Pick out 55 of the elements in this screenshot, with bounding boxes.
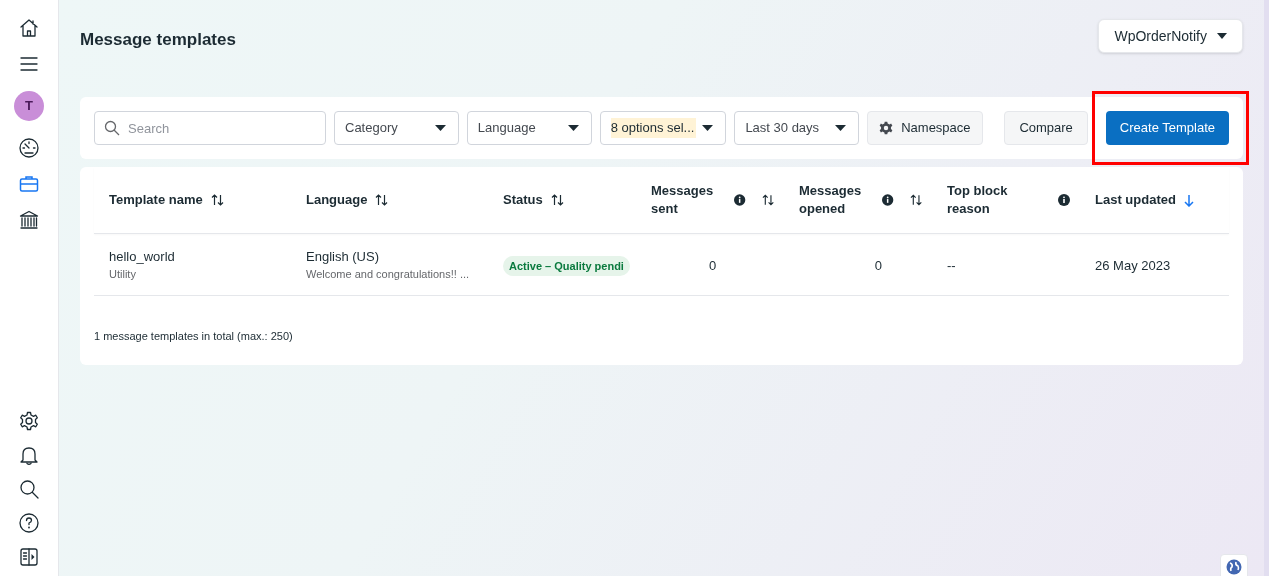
help-icon[interactable]: [18, 512, 40, 534]
filter-dropdown[interactable]: 8 options sel...: [599, 111, 727, 145]
namespace-button[interactable]: Namespace: [867, 111, 983, 145]
caret-icon: [434, 125, 446, 131]
info-icon[interactable]: [1058, 194, 1070, 206]
table-cell: --: [947, 257, 956, 273]
caret-icon: [1217, 33, 1227, 39]
table-cell: 0: [874, 257, 882, 273]
column-header[interactable]: Language: [306, 191, 368, 209]
column-header[interactable]: Status: [503, 191, 543, 209]
column-header[interactable]: Last updated: [1095, 191, 1176, 209]
avatar[interactable]: T: [14, 91, 44, 121]
filter-dropdown[interactable]: Last 30 days: [734, 111, 860, 145]
column-header[interactable]: Messages opened: [799, 182, 875, 218]
info-icon[interactable]: [882, 194, 894, 206]
total-count-text: 1 message templates in total (max.: 250): [94, 329, 293, 344]
caret-icon: [567, 125, 579, 131]
gauge-icon[interactable]: [18, 137, 40, 159]
template-category: Utility: [109, 267, 136, 282]
sort-icon[interactable]: [550, 194, 564, 206]
page-title: Message templates: [80, 29, 236, 51]
sort-icon[interactable]: [909, 194, 922, 206]
status-badge: Active – Quality pendi: [503, 255, 630, 276]
table-cell-text: English (US): [306, 247, 379, 266]
search-field[interactable]: Search: [94, 111, 326, 145]
template-name[interactable]: hello_world: [109, 246, 175, 266]
account-dropdown[interactable]: WpOrderNotify: [1098, 19, 1243, 53]
filter-dropdown[interactable]: Category: [334, 111, 459, 145]
column-header[interactable]: Template name: [109, 191, 203, 209]
panel-toggle-icon[interactable]: [18, 546, 40, 568]
caret-icon: [702, 125, 714, 131]
bank-icon[interactable]: [18, 209, 40, 231]
create-button[interactable]: Create Template: [1105, 111, 1229, 145]
search-icon[interactable]: [18, 478, 40, 500]
table-cell: 26 May 2023: [1095, 257, 1171, 273]
table-cell: 0: [708, 257, 717, 273]
globe-icon: [1226, 559, 1242, 575]
compare-button[interactable]: Compare: [1004, 111, 1088, 145]
sort-icon[interactable]: [761, 194, 774, 206]
home-icon[interactable]: [18, 17, 40, 39]
sort-descending-icon[interactable]: [1183, 193, 1194, 207]
sort-icon[interactable]: [375, 194, 389, 206]
bell-icon[interactable]: [18, 444, 40, 466]
language-button[interactable]: [1220, 554, 1248, 576]
search-icon: [104, 120, 120, 136]
caret-icon: [835, 125, 847, 131]
briefcase-icon[interactable]: [18, 173, 40, 195]
template-preview: Welcome and congratulations!! ...: [306, 267, 470, 282]
column-header[interactable]: Messages sent: [651, 182, 727, 218]
gear-icon: [879, 121, 894, 135]
column-header[interactable]: Top block reason: [947, 182, 1027, 218]
sort-icon[interactable]: [210, 194, 224, 206]
info-icon[interactable]: [734, 194, 746, 206]
filter-dropdown[interactable]: Language: [466, 111, 592, 145]
settings-icon[interactable]: [18, 410, 40, 432]
